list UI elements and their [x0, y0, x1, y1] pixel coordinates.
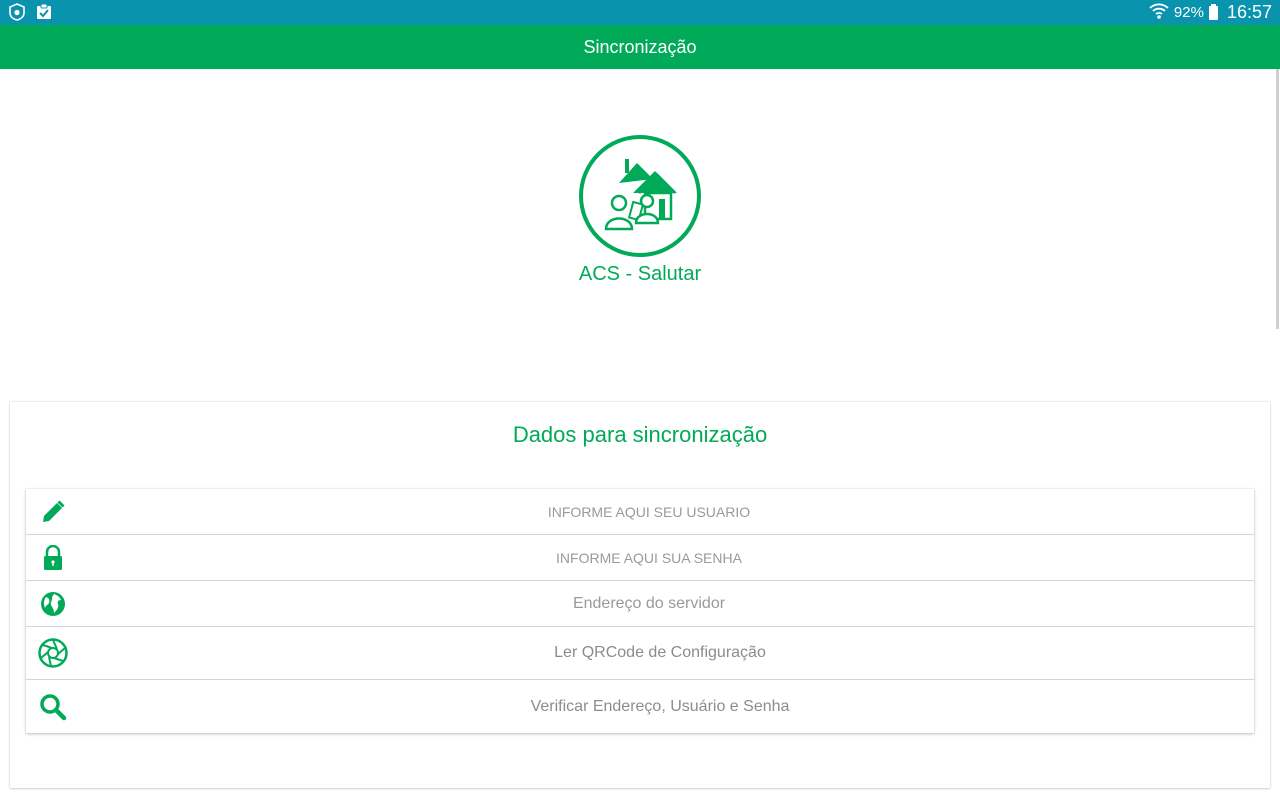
verify-credentials-button[interactable]: Verificar Endereço, Usuário e Senha [26, 680, 1254, 733]
app-bar: Sincronização [0, 25, 1280, 69]
app-logo [579, 135, 701, 257]
globe-icon [38, 589, 68, 619]
status-bar: 92% 16:57 [0, 0, 1280, 25]
server-address-input[interactable] [26, 593, 1254, 614]
server-row [26, 581, 1254, 627]
clipboard-check-icon [35, 3, 53, 26]
username-row [26, 489, 1254, 535]
username-input[interactable] [26, 502, 1254, 521]
form-title: Dados para sincronização [512, 422, 768, 447]
app-name: ACS - Salutar [578, 263, 702, 285]
pencil-icon [38, 497, 68, 527]
aperture-icon [38, 638, 68, 668]
app-logo-block: ACS - Salutar [0, 135, 1280, 286]
verify-credentials-label: Verificar Endereço, Usuário e Senha [530, 697, 790, 715]
status-bar-system: 92% 16:57 [1149, 0, 1272, 25]
status-bar-notifications [8, 3, 53, 26]
wifi-icon [1149, 2, 1169, 24]
read-qrcode-label: Ler QRCode de Configuração [554, 644, 766, 661]
sync-form: Ler QRCode de Configuração Verificar End… [26, 489, 1254, 733]
password-row [26, 535, 1254, 581]
sync-form-card: Dados para sincronização INFORME AQUI SE… [10, 402, 1270, 788]
battery-icon [1208, 3, 1218, 20]
lock-icon [38, 543, 68, 573]
clock: 16:57 [1226, 2, 1272, 22]
search-icon [38, 692, 68, 722]
page-title: Sincronização [583, 36, 697, 57]
battery-percent: 92% [1173, 4, 1204, 21]
password-input[interactable] [26, 548, 1254, 567]
read-qrcode-button[interactable]: Ler QRCode de Configuração [26, 627, 1254, 680]
houses-people-icon [604, 159, 677, 231]
shield-icon [8, 3, 26, 26]
